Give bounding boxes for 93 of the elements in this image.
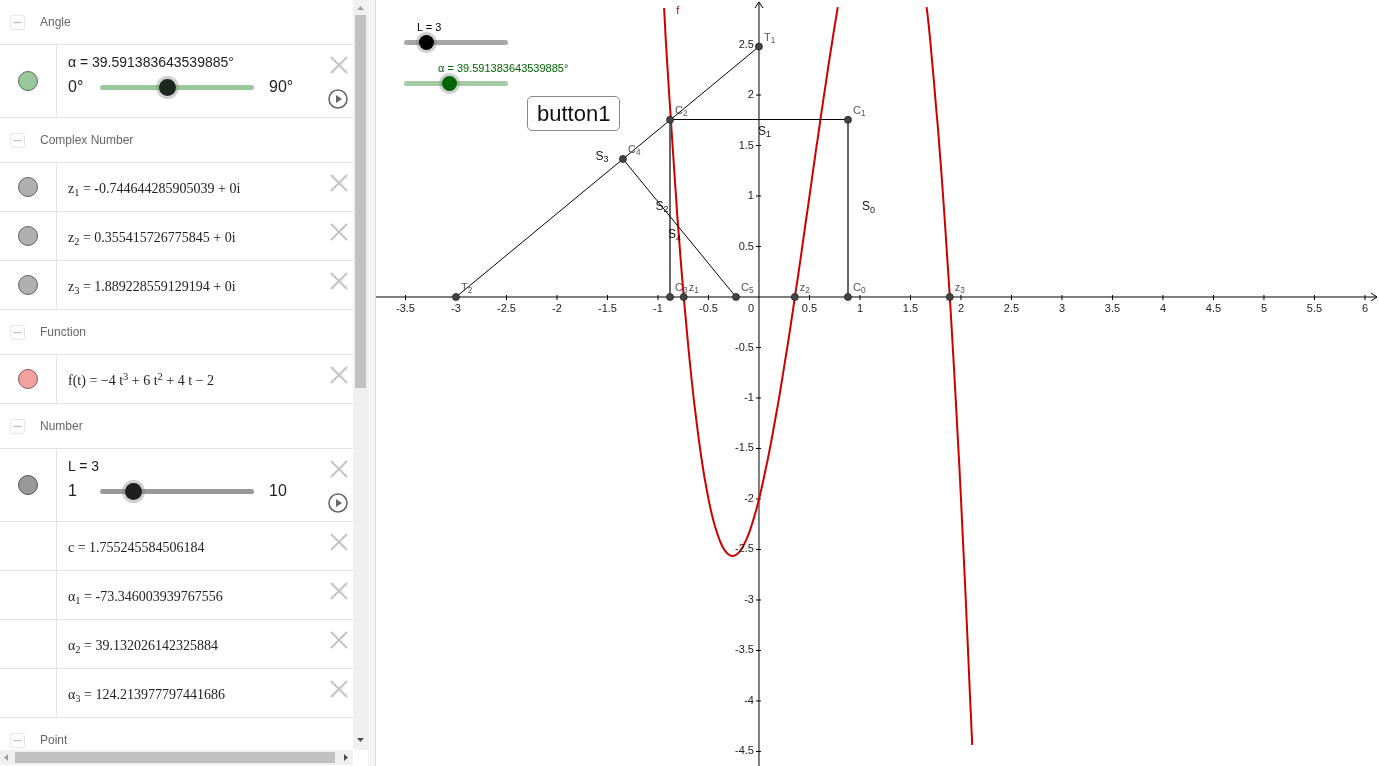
axis-tick-label: -2.5 (497, 303, 516, 314)
axis-tick-label: -3.5 (735, 644, 754, 656)
slider-definition[interactable]: L = 3 (68, 449, 353, 477)
axis-tick-label: -0.5 (699, 303, 718, 314)
slider-label: L = 3 (417, 22, 443, 33)
axis-tick-label: 1 (747, 190, 754, 201)
axis-tick-label: -3.5 (396, 303, 415, 314)
point[interactable] (619, 155, 627, 163)
axis-tick-label: 5.5 (1306, 303, 1323, 314)
axis-tick-label: 2 (747, 89, 754, 100)
slider-max: 10 (269, 481, 287, 501)
axis-tick-label: 4 (1159, 303, 1166, 314)
algebra-value[interactable]: α$_{3}$ = 124.213977797441686 (68, 669, 353, 705)
axis-tick-label: 6 (1361, 303, 1368, 314)
axis-tick-label: 2.5 (1003, 303, 1020, 314)
slider-label: α = 39.591383643539885° (438, 63, 569, 74)
slider-thumb[interactable] (158, 78, 176, 96)
segment-label: S$_{0}$ (861, 200, 875, 213)
axis-tick-label: -2 (744, 493, 754, 504)
algebra-value[interactable]: z$_{2}$ = 0.355415726775845 + 0i (68, 212, 353, 248)
axis-tick-label: 2 (957, 303, 965, 314)
play-icon[interactable] (328, 493, 348, 513)
algebra-value[interactable]: z$_{3}$ = 1.889228559129194 + 0i (68, 261, 353, 297)
axis-tick-label: 4.5 (1205, 303, 1222, 314)
horizontal-scrollbar[interactable] (0, 750, 353, 765)
segment-label: S$_{1}$ (757, 124, 771, 137)
point-label: z$_{1}$ (688, 282, 699, 293)
point[interactable] (844, 115, 852, 124)
algebra-value[interactable]: z$_{1}$ = -0.744644285905039 + 0i (68, 163, 353, 199)
visibility-toggle[interactable] (18, 275, 38, 295)
visibility-toggle[interactable] (18, 369, 38, 389)
axis-tick-label: 2.5 (738, 38, 754, 50)
axis-tick-label: -3 (451, 303, 461, 314)
visibility-toggle[interactable] (18, 71, 38, 91)
point-label: C$_{5}$ (740, 282, 754, 293)
play-icon[interactable] (328, 89, 348, 109)
axis-tick-label: 0.5 (801, 303, 818, 314)
algebra-value[interactable]: α$_{1}$ = -73.346003939767556 (68, 571, 353, 607)
visibility-toggle[interactable] (18, 177, 38, 197)
vertical-scrollbar[interactable] (353, 0, 368, 750)
point[interactable] (844, 293, 852, 301)
function-label: f (676, 5, 680, 16)
axis-tick-label: -1.5 (598, 303, 617, 314)
algebra-value[interactable]: c = 1.755245584506184 (68, 522, 353, 558)
axis-tick-label: -4 (744, 694, 754, 706)
axis-tick-label: 1.5 (738, 139, 754, 151)
visibility-toggle[interactable] (18, 226, 38, 246)
axis-tick-label: 0 (747, 303, 755, 314)
segment-label: S$_{2}$ (655, 199, 669, 212)
slider-thumb[interactable] (441, 76, 457, 91)
slider-min: 0° (68, 77, 85, 97)
axis-tick-label: -2 (552, 303, 562, 314)
point-label: C$_{1}$ (852, 104, 866, 116)
point-label: z$_{3}$ (954, 282, 965, 293)
axis-tick-label: -0.5 (735, 341, 754, 353)
category-label: Number (40, 418, 83, 435)
axis-tick-label: -3 (744, 593, 754, 605)
point[interactable] (679, 293, 688, 301)
algebra-value[interactable]: α$_{2}$ = 39.132026142325884 (68, 620, 353, 656)
axis-tick-label: -1 (744, 392, 754, 403)
point[interactable] (790, 293, 799, 301)
point[interactable] (666, 293, 674, 301)
point[interactable] (666, 115, 674, 124)
visibility-toggle[interactable] (18, 475, 38, 495)
point-label: C$_{0}$ (852, 282, 866, 293)
category-label: Function (40, 324, 87, 341)
canvas-button[interactable]: button1 (527, 96, 621, 131)
point[interactable] (945, 293, 954, 301)
slider-min: 1 (68, 481, 78, 501)
category-label: Point (40, 732, 68, 749)
point[interactable] (755, 42, 763, 51)
axis-tick-label: -1.5 (735, 442, 754, 454)
point-label: z$_{2}$ (799, 282, 810, 293)
category-label: Complex Number (40, 132, 134, 149)
point[interactable] (452, 293, 460, 301)
axis-tick-label: 1.5 (902, 303, 919, 314)
axis-tick-label: 0.5 (738, 240, 754, 252)
point-label: T$_{2}$ (461, 282, 473, 293)
slider-max: 90° (269, 77, 294, 97)
axis-tick-label: -1 (653, 303, 663, 314)
slider-thumb[interactable] (125, 482, 143, 500)
slider-thumb[interactable] (419, 35, 435, 50)
axis-tick-label: 3 (1058, 303, 1066, 314)
point-label: T$_{1}$ (763, 31, 776, 43)
axis-tick-label: 3.5 (1104, 303, 1121, 314)
algebra-value[interactable]: f(t) = −4 t$^{3}$ + 6 t$^{2}$ + 4 t − 2 (68, 355, 353, 391)
category-label: Angle (40, 14, 71, 31)
axis-tick-label: -4.5 (735, 745, 754, 757)
axis-tick-label: 1 (856, 303, 864, 314)
segment-label: S$_{3}$ (595, 149, 609, 162)
slider-definition[interactable]: α = 39.591383643539885° (68, 45, 353, 73)
point[interactable] (732, 293, 740, 301)
axis-tick-label: 5 (1260, 303, 1267, 314)
